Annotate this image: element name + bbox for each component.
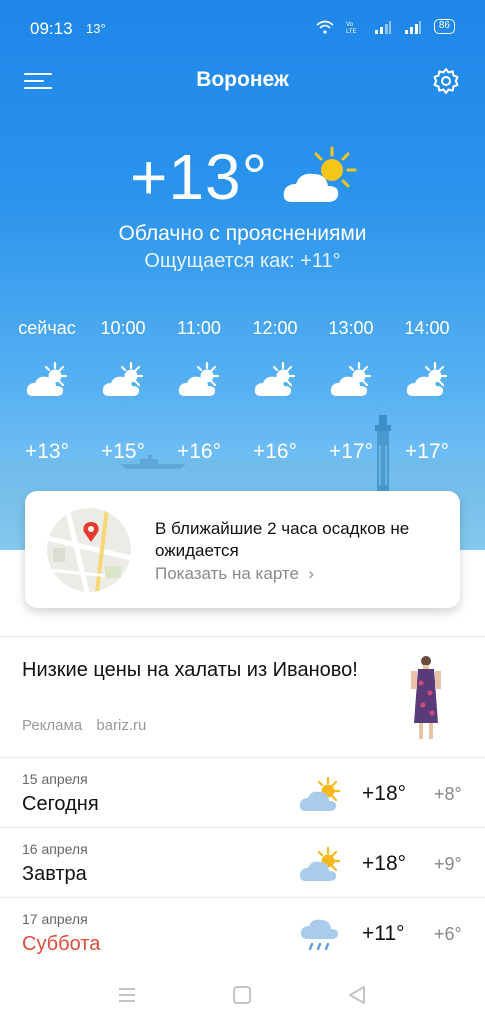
home-icon[interactable] — [229, 982, 255, 1008]
hour-temperature: +13° — [24, 440, 70, 463]
rain-icon — [300, 919, 339, 951]
wifi-icon — [316, 20, 334, 34]
status-temperature: 13° — [86, 21, 106, 36]
day-low-temp: +8° — [434, 784, 462, 804]
partly-cloudy-icon — [253, 361, 296, 398]
chevron-right-icon: › — [303, 564, 315, 583]
map-thumbnail[interactable] — [47, 508, 131, 592]
day-high-temp: +18° — [362, 852, 407, 875]
ad-label: Реклама — [22, 717, 83, 734]
day-low-temp: +9° — [434, 854, 462, 874]
svg-text:LTE: LTE — [346, 29, 357, 34]
daily-row[interactable]: 15 апреля Сегодня +18° +8° — [0, 757, 485, 827]
hour-temperature: +15° — [100, 440, 146, 463]
show-on-map-link[interactable]: Показать на карте › — [155, 564, 314, 584]
hourly-item: 11:00 +16° — [161, 318, 237, 464]
ad-title[interactable]: Низкие цены на халаты из Иваново! — [22, 657, 362, 684]
partly-cloudy-icon — [298, 776, 341, 813]
ad-domain[interactable]: bariz.ru — [96, 717, 146, 734]
status-bar: 09:13 13° Vo LTE 86 — [0, 0, 485, 58]
day-name: Завтра — [22, 863, 87, 885]
advertisement-block[interactable]: Низкие цены на халаты из Иваново! Реклам… — [0, 636, 485, 757]
partly-cloudy-icon — [298, 846, 341, 883]
hour-time: сейчас — [18, 318, 76, 338]
hour-time: 14:00 — [404, 318, 450, 338]
day-date: 16 апреля — [22, 841, 88, 857]
svg-text:Vo: Vo — [346, 22, 354, 28]
day-low-temp: +6° — [434, 924, 462, 944]
precipitation-text: В ближайшие 2 часа осадков не ожидается — [155, 519, 410, 560]
hour-time: 11:00 — [177, 318, 221, 338]
daily-forecast: 15 апреля Сегодня +18° +8° 16 апреля Зав… — [0, 757, 485, 967]
partly-cloudy-icon — [177, 361, 220, 398]
status-icons: Vo LTE 86 — [316, 19, 455, 34]
settings-gear-icon[interactable] — [431, 66, 461, 96]
hourly-item: 13:00 +17° — [313, 318, 389, 464]
day-date: 17 апреля — [22, 911, 88, 927]
daily-row[interactable]: 16 апреля Завтра +18° +9° — [0, 827, 485, 897]
daily-row[interactable]: 17 апреля Суббота +11° +6° — [0, 897, 485, 967]
hour-time: 13:00 — [328, 318, 374, 338]
day-high-temp: +18° — [362, 782, 407, 805]
hour-temperature: +16° — [252, 440, 298, 463]
hourly-forecast[interactable]: сейчас +13° 10:00 +15° 11:00 +16° 12:00 … — [0, 318, 485, 464]
show-on-map-label: Показать на карте — [155, 564, 299, 583]
status-time: 09:13 — [30, 19, 73, 38]
ad-meta: Реклама bariz.ru — [22, 717, 146, 734]
ad-product-image[interactable] — [408, 653, 444, 743]
weather-condition: Облачно с прояснениями — [118, 222, 367, 245]
hour-time: 10:00 — [100, 318, 146, 338]
system-navigation-bar — [0, 968, 485, 1024]
feels-like: Ощущается как: +11° — [144, 250, 341, 272]
partly-cloudy-icon — [101, 361, 144, 398]
hourly-item: 14:00 +17° — [389, 318, 465, 464]
partly-cloudy-icon — [283, 146, 357, 202]
weather-hero: 09:13 13° Vo LTE 86 Воронеж +13° Облачно… — [0, 0, 485, 550]
volte-icon: Vo LTE — [346, 22, 357, 34]
partly-cloudy-icon — [25, 361, 68, 398]
back-icon[interactable] — [344, 982, 370, 1008]
day-date: 15 апреля — [22, 771, 88, 787]
signal-icon-2 — [404, 20, 421, 34]
hour-time: 12:00 — [252, 318, 298, 338]
hour-temperature: +16° — [176, 440, 222, 463]
precipitation-card[interactable]: В ближайшие 2 часа осадков не ожидается … — [25, 491, 460, 608]
day-name: Сегодня — [22, 793, 99, 815]
partly-cloudy-icon — [329, 361, 372, 398]
signal-icon — [374, 20, 391, 34]
day-name: Суббота — [22, 933, 101, 955]
hourly-item: 12:00 +16° — [237, 318, 313, 464]
hour-temperature: +17° — [404, 440, 450, 463]
day-high-temp: +11° — [362, 922, 405, 945]
city-name[interactable]: Воронеж — [0, 68, 485, 92]
hour-temperature: +17° — [328, 440, 374, 463]
recent-apps-icon[interactable] — [114, 982, 140, 1008]
current-temperature: +13° — [130, 141, 269, 213]
battery-indicator: 86 — [433, 19, 455, 34]
hourly-item: сейчас +13° — [9, 318, 85, 464]
hourly-item: 10:00 +15° — [85, 318, 161, 464]
partly-cloudy-icon — [405, 361, 448, 398]
